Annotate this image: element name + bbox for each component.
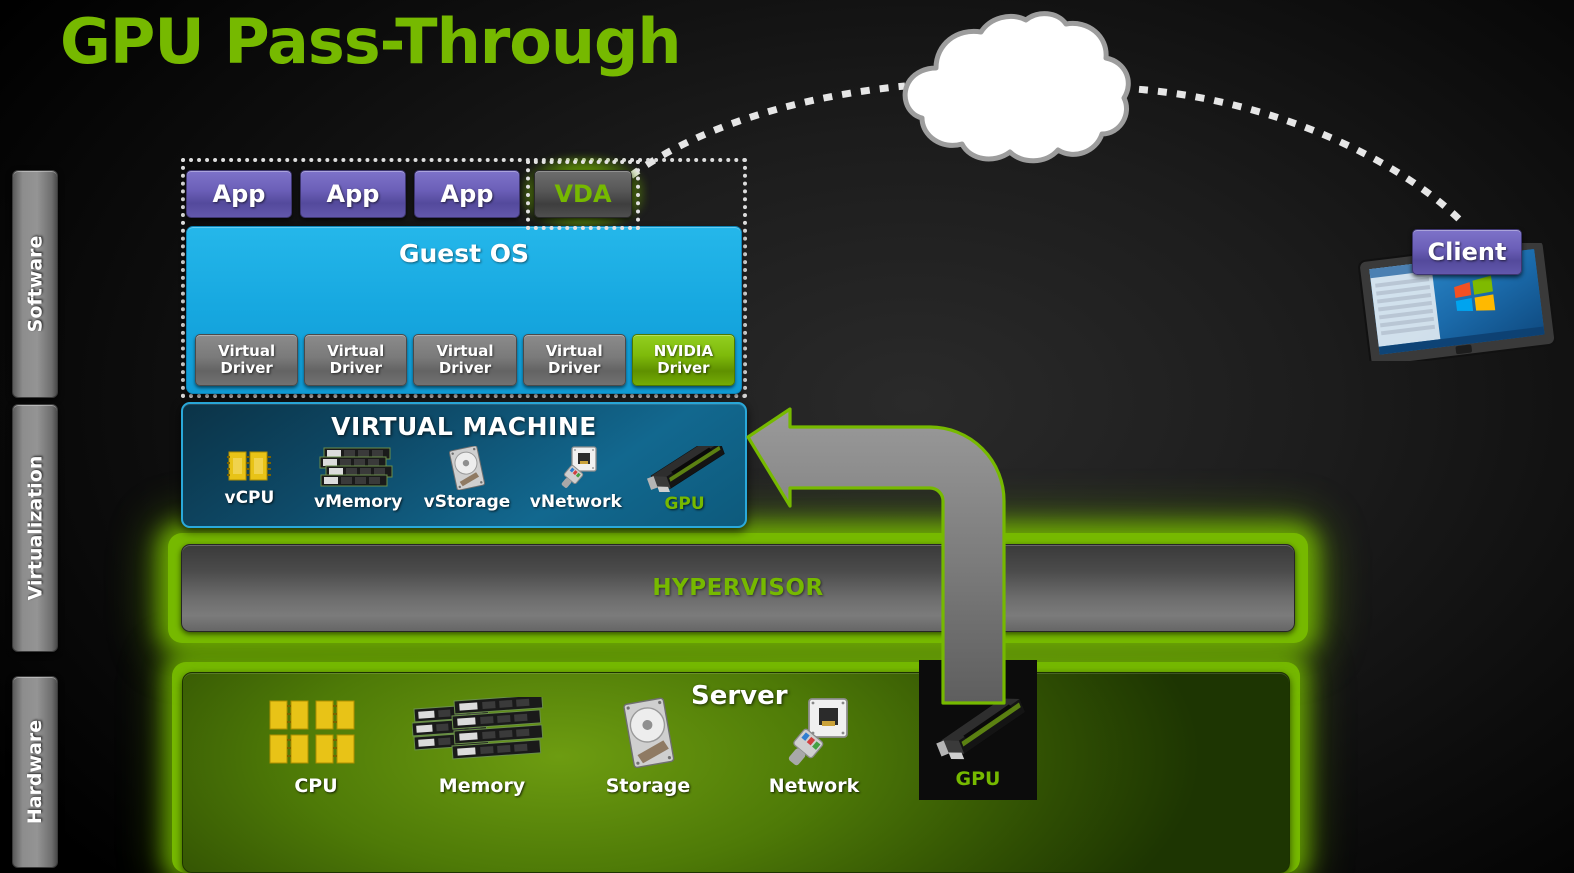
driver-box-2-line1: Virtual bbox=[327, 342, 385, 361]
vm-item-vcpu: vCPU bbox=[195, 446, 304, 514]
vm-item-vnetwork: vNetwork bbox=[521, 446, 630, 514]
graphics-card-icon bbox=[646, 446, 725, 492]
driver-box-nvidia[interactable]: NVIDIA Driver bbox=[631, 334, 736, 386]
rail-hardware-label: Hardware bbox=[24, 719, 47, 825]
virtual-machine-box: VIRTUAL MACHINE vCPU vMemory vStorage vN… bbox=[181, 402, 747, 528]
vm-item-gpu-label: GPU bbox=[664, 494, 705, 514]
server-gpu-label: GPU bbox=[955, 768, 1001, 790]
network-jack-icon bbox=[788, 698, 848, 766]
page-title: GPU Pass-Through bbox=[60, 5, 682, 78]
driver-box-4[interactable]: Virtual Driver bbox=[522, 334, 626, 386]
memory-icon bbox=[412, 697, 544, 760]
rail-virtualization-label: Virtualization bbox=[24, 455, 47, 601]
network-jack-icon bbox=[561, 446, 597, 488]
harddisk-icon bbox=[623, 697, 675, 769]
driver-box-1-line2: Driver bbox=[220, 359, 273, 377]
app-row: App App App bbox=[186, 170, 520, 218]
cpu-icon bbox=[227, 451, 272, 481]
driver-box-2[interactable]: Virtual Driver bbox=[304, 334, 408, 386]
driver-box-4-line2: Driver bbox=[548, 359, 601, 377]
slide-canvas: GPU Pass-Through Software Virtualization… bbox=[0, 0, 1574, 873]
hw-item-cpu: CPU bbox=[233, 697, 399, 797]
vm-item-vcpu-label: vCPU bbox=[224, 488, 275, 508]
driver-box-3-line2: Driver bbox=[438, 359, 492, 377]
app-box-2-label: App bbox=[326, 180, 380, 208]
driver-row: Virtual Driver Virtual Driver Virtual Dr… bbox=[195, 334, 736, 386]
virtual-machine-title: VIRTUAL MACHINE bbox=[331, 412, 597, 441]
rail-hardware: Hardware bbox=[12, 676, 58, 868]
hypervisor-bar: HYPERVISOR bbox=[181, 544, 1295, 632]
app-box-3[interactable]: App bbox=[414, 170, 520, 218]
vm-item-gpu: GPU bbox=[630, 446, 739, 514]
driver-box-3[interactable]: Virtual Driver bbox=[413, 334, 517, 386]
hw-item-memory-label: Memory bbox=[438, 775, 526, 797]
rail-software: Software bbox=[12, 170, 58, 398]
graphics-card-icon bbox=[936, 697, 1026, 760]
virtual-machine-items: vCPU vMemory vStorage vNetwork GPU bbox=[195, 446, 739, 514]
vda-label: VDA bbox=[554, 180, 612, 208]
vda-box[interactable]: VDA bbox=[534, 170, 632, 218]
hw-item-storage: Storage bbox=[565, 697, 731, 797]
driver-box-3-line1: Virtual bbox=[436, 342, 494, 361]
app-box-1[interactable]: App bbox=[186, 170, 292, 218]
app-box-2[interactable]: App bbox=[300, 170, 406, 218]
driver-box-2-line2: Driver bbox=[329, 359, 382, 377]
server-box: Server CPU Memory Storage Network bbox=[182, 672, 1290, 873]
client-badge[interactable]: Client bbox=[1412, 229, 1522, 275]
rail-virtualization: Virtualization bbox=[12, 404, 58, 652]
hw-item-network: Network bbox=[731, 697, 897, 797]
hw-item-network-label: Network bbox=[768, 775, 860, 797]
dotted-link-right bbox=[1119, 84, 1465, 225]
hypervisor-label: HYPERVISOR bbox=[652, 575, 824, 601]
hw-item-storage-label: Storage bbox=[605, 775, 691, 797]
driver-box-1[interactable]: Virtual Driver bbox=[195, 334, 299, 386]
memory-icon bbox=[319, 447, 393, 487]
cloud-icon bbox=[902, 11, 1131, 164]
vm-item-vmemory: vMemory bbox=[304, 446, 413, 514]
driver-box-4-line1: Virtual bbox=[545, 342, 603, 361]
app-box-3-label: App bbox=[440, 180, 494, 208]
vm-item-vnetwork-label: vNetwork bbox=[529, 492, 622, 512]
client-label: Client bbox=[1427, 238, 1507, 266]
hw-item-memory: Memory bbox=[399, 697, 565, 797]
guest-os-box: Guest OS Virtual Driver Virtual Driver V… bbox=[186, 226, 742, 394]
cpu-icon bbox=[269, 700, 355, 764]
driver-box-nvidia-line1: NVIDIA bbox=[653, 342, 714, 361]
hw-item-cpu-label: CPU bbox=[294, 775, 338, 797]
app-box-1-label: App bbox=[212, 180, 266, 208]
vm-item-vmemory-label: vMemory bbox=[314, 492, 403, 512]
driver-box-nvidia-line2: Driver bbox=[657, 359, 710, 377]
vm-item-vstorage: vStorage bbox=[413, 446, 522, 514]
vm-item-vstorage-label: vStorage bbox=[423, 492, 511, 512]
rail-software-label: Software bbox=[24, 235, 46, 333]
harddisk-icon bbox=[449, 446, 485, 490]
driver-box-1-line1: Virtual bbox=[218, 342, 276, 361]
server-gpu-panel: GPU bbox=[919, 660, 1037, 800]
guest-os-label: Guest OS bbox=[398, 239, 530, 268]
